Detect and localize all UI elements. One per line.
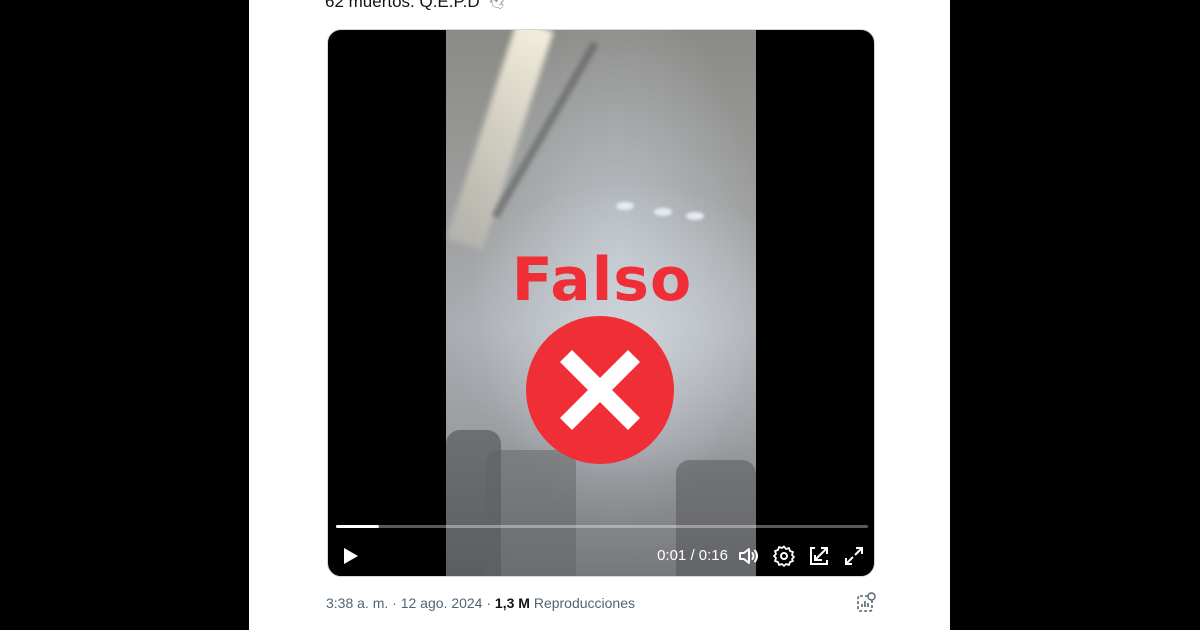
tweet-time[interactable]: 3:38 a. m. (326, 595, 388, 611)
meta-separator: · (388, 595, 401, 611)
duration: 0:16 (698, 547, 728, 564)
dove-emoji: 🕊 (488, 0, 507, 10)
time-separator: / (686, 547, 699, 564)
volume-icon[interactable] (737, 544, 761, 568)
red-circle-x-icon (526, 316, 674, 464)
tweet-text: 62 muertos. Q.E.P.D 🕊 (325, 0, 506, 12)
settings-icon[interactable] (772, 544, 796, 568)
falso-label: Falso (511, 245, 693, 315)
fullscreen-icon[interactable] (842, 544, 866, 568)
tweet-text-content: 62 muertos. Q.E.P.D (325, 0, 480, 11)
tweet-meta: 3:38 a. m. · 12 ago. 2024 · 1,3 M Reprod… (326, 595, 635, 611)
views-count: 1,3 M (494, 595, 530, 611)
time-display: 0:01 / 0:16 (657, 547, 728, 564)
play-icon[interactable] (338, 544, 362, 568)
video-player[interactable]: Falso 0:01 / 0:16 (327, 29, 875, 577)
progress-bar[interactable] (336, 525, 868, 528)
analytics-icon[interactable] (855, 592, 877, 614)
video-controls: 0:01 / 0:16 (328, 540, 874, 572)
progress-fill (336, 525, 379, 528)
meta-separator: · (482, 595, 495, 611)
views-label: Reproducciones (533, 595, 635, 611)
pip-icon[interactable] (807, 544, 831, 568)
tweet-date[interactable]: 12 ago. 2024 (401, 595, 483, 611)
current-time: 0:01 (657, 547, 687, 564)
tweet-card: 62 muertos. Q.E.P.D 🕊 Falso 0:01 / 0:16 … (249, 0, 950, 630)
